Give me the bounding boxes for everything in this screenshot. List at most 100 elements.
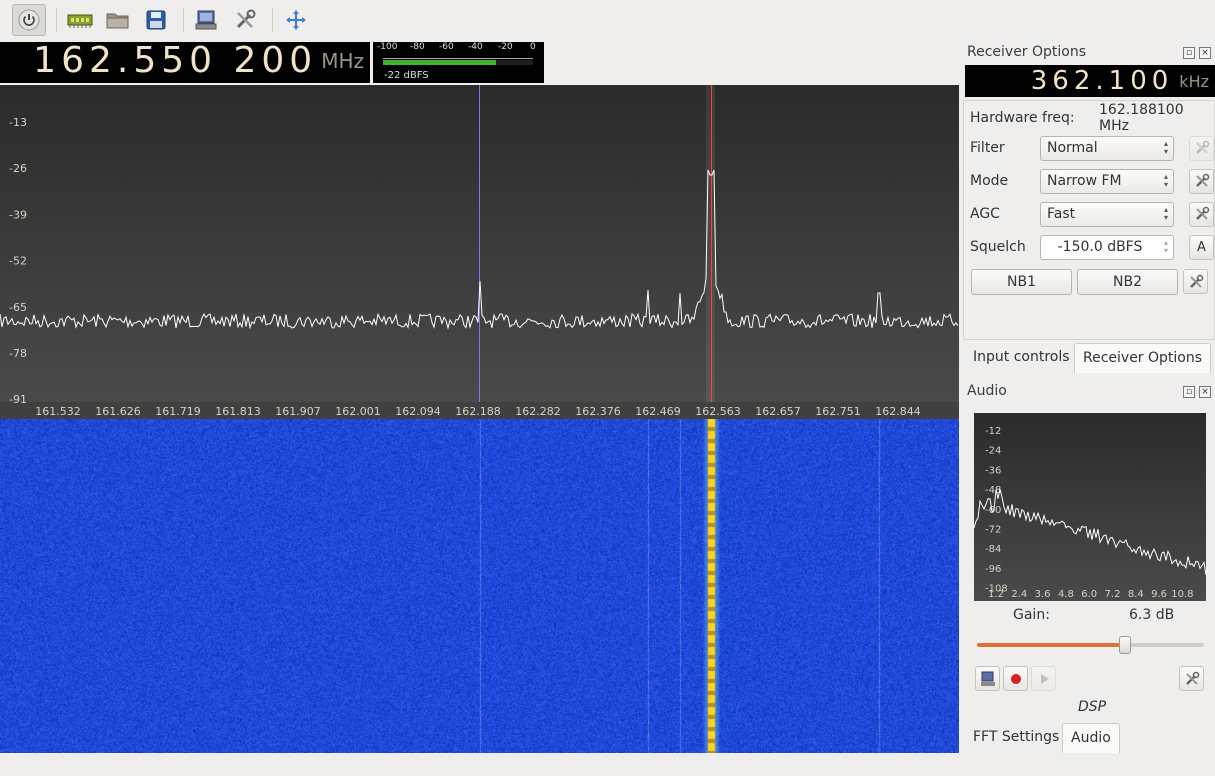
frequency-display[interactable]: 162.550 200 MHz	[0, 40, 370, 83]
spectrum-x-axis: 161.532 161.626 161.719 161.813 161.907 162.0…	[35, 405, 921, 418]
monitor-icon	[980, 671, 995, 686]
toolbar-separator	[183, 8, 184, 32]
tools-icon	[1185, 671, 1199, 685]
close-icon[interactable]: ×	[1199, 47, 1211, 59]
agc-select[interactable]: Fast ▴ ▾	[1040, 201, 1174, 227]
audio-y-tick-label: -12	[985, 426, 1001, 437]
audio-dock-buttons: ▫ ×	[1183, 386, 1211, 398]
spectrum-y-tick-label: -78	[9, 347, 27, 360]
squelch-row: Squelch -150.0 dBFS ▴ ▾ A	[970, 234, 1214, 260]
audio-x-tick-label: 9.6	[1151, 589, 1167, 600]
tab-receiver-options[interactable]: Receiver Options	[1074, 343, 1212, 373]
fullscreen-button[interactable]	[279, 4, 313, 36]
audio-options-button[interactable]	[1179, 666, 1204, 691]
filter-options-button[interactable]	[1189, 135, 1214, 161]
audio-x-axis: 1.2 2.4 3.6 4.8 6.0 7.2 8.4 9.6 10.8	[988, 589, 1193, 600]
spectrum-plot[interactable]: -13-26-39-52-65-78-91-104 161.532161.626…	[0, 85, 959, 419]
spectrum-x-tick-label: 161.719	[155, 405, 201, 418]
spectrum-y-tick-label: -65	[9, 301, 27, 314]
tools-icon	[1189, 274, 1203, 288]
nb1-button[interactable]: NB1	[971, 269, 1072, 295]
spectrum-x-tick-label: 162.657	[755, 405, 801, 418]
configure-button[interactable]	[228, 4, 262, 36]
mode-select-value: Narrow FM	[1047, 172, 1122, 189]
tools-icon	[236, 9, 256, 29]
udp-stream-button[interactable]	[975, 666, 1000, 691]
meter-value: -22 dBFS	[384, 70, 429, 81]
spectrum-y-tick-label: -26	[9, 162, 27, 175]
agc-select-value: Fast	[1047, 205, 1076, 222]
squelch-label: Squelch	[970, 239, 1026, 255]
waterfall-display[interactable]	[0, 419, 959, 753]
agc-row: AGC Fast ▴ ▾	[970, 201, 1214, 227]
audio-x-tick-label: 6.0	[1081, 589, 1097, 600]
audio-x-tick-label: 10.8	[1171, 589, 1193, 600]
gain-value: 6.3 dB	[1129, 607, 1175, 623]
gain-slider[interactable]	[977, 635, 1204, 655]
meter-tick-label: -20	[498, 42, 513, 52]
spectrum-x-tick-label: 161.907	[275, 405, 321, 418]
filter-offset-display[interactable]: 362.100 kHz	[965, 65, 1215, 97]
meter-tick-label: 0	[530, 42, 536, 52]
audio-x-tick-label: 3.6	[1035, 589, 1051, 600]
agc-options-button[interactable]	[1189, 201, 1214, 227]
spectrum-y-tick-label: -13	[9, 116, 27, 129]
play-icon	[1040, 673, 1049, 684]
filter-offset-value[interactable]: 362.100	[1031, 66, 1174, 96]
meter-level-bar	[383, 60, 496, 65]
hardware-freq-row: Hardware freq: 162.188100 MHz	[970, 102, 1214, 134]
noise-blanker-options-button[interactable]	[1183, 269, 1208, 294]
folder-icon	[106, 13, 129, 29]
spectrum-y-tick-label: -91	[9, 393, 27, 406]
receiver-options-panel: Hardware freq: 162.188100 MHz Filter Nor…	[963, 100, 1215, 340]
spectrum-x-tick-label: 162.469	[635, 405, 681, 418]
io-devices-button[interactable]	[63, 4, 97, 36]
tools-icon	[1195, 140, 1209, 154]
gain-slider-handle[interactable]	[1118, 636, 1131, 654]
play-button[interactable]	[1031, 666, 1056, 691]
audio-y-tick-label: -60	[985, 505, 1001, 516]
save-icon	[146, 10, 166, 30]
float-icon[interactable]: ▫	[1183, 47, 1195, 59]
audio-x-tick-label: 8.4	[1128, 589, 1144, 600]
agc-label: AGC	[970, 206, 1000, 222]
nb2-button[interactable]: NB2	[1077, 269, 1178, 295]
power-button[interactable]	[12, 4, 46, 36]
meter-ticks	[383, 54, 533, 59]
frequency-unit: MHz	[321, 49, 364, 73]
close-icon[interactable]: ×	[1199, 386, 1211, 398]
float-icon[interactable]: ▫	[1183, 386, 1195, 398]
demod-filter-band[interactable]	[706, 85, 715, 402]
spectrum-x-tick-label: 162.376	[575, 405, 621, 418]
status-bar	[0, 753, 1215, 776]
squelch-spinbox[interactable]: -150.0 dBFS ▴ ▾	[1040, 234, 1174, 260]
filter-select[interactable]: Normal ▴ ▾	[1040, 135, 1174, 161]
spectrum-x-tick-label: 162.001	[335, 405, 381, 418]
frequency-value[interactable]: 162.550 200	[33, 40, 317, 81]
filter-select-value: Normal	[1047, 139, 1098, 156]
hardware-freq-label: Hardware freq:	[970, 110, 1075, 126]
tab-audio[interactable]: Audio	[1062, 723, 1120, 753]
toolbar-separator	[56, 8, 57, 32]
monitor-icon	[195, 10, 217, 30]
remote-control-button[interactable]	[190, 4, 224, 36]
spectrum-x-tick-label: 161.626	[95, 405, 141, 418]
record-button[interactable]	[1003, 666, 1028, 691]
mode-select[interactable]: Narrow FM ▴ ▾	[1040, 168, 1174, 194]
meter-tick-label: -80	[410, 42, 425, 52]
spectrum-x-tick-label: 162.188	[455, 405, 501, 418]
power-icon	[18, 9, 40, 31]
gain-slider-fill	[977, 643, 1125, 647]
mode-options-button[interactable]	[1189, 168, 1214, 194]
save-settings-button[interactable]	[139, 4, 173, 36]
spectrum-x-tick-label: 161.813	[215, 405, 261, 418]
meter-tick-label: -100	[377, 42, 398, 52]
record-icon	[1010, 673, 1021, 684]
tab-input-controls[interactable]: Input controls	[965, 343, 1078, 373]
spectrum-y-tick-label: -52	[9, 255, 27, 268]
dsp-label: DSP	[1078, 699, 1107, 715]
tab-fft-settings[interactable]: FFT Settings	[965, 723, 1067, 753]
load-settings-button[interactable]	[101, 4, 135, 36]
signal-meter: -100 -80 -60 -40 -20 0 -22 dBFS	[373, 42, 544, 83]
squelch-auto-button[interactable]: A	[1189, 234, 1214, 260]
